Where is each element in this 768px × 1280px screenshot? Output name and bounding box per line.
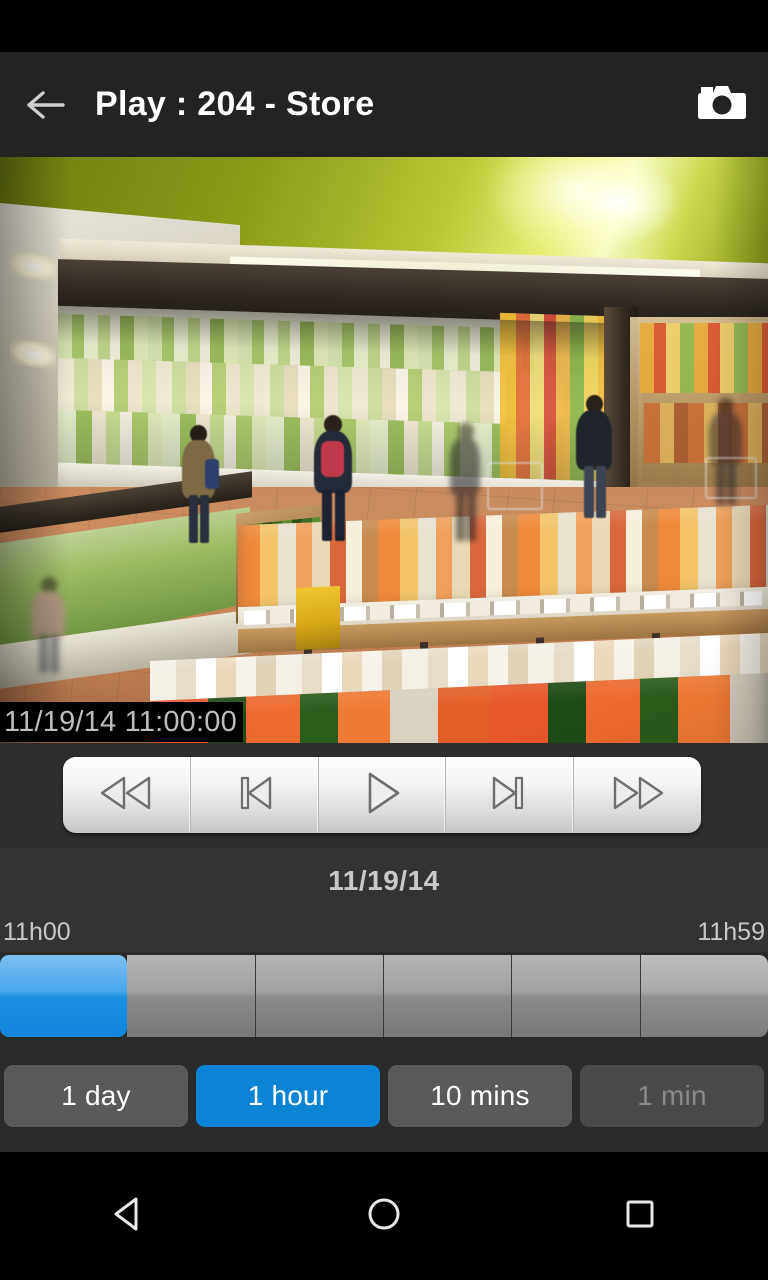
next-button[interactable] (446, 757, 575, 833)
nav-back-button[interactable] (64, 1152, 192, 1280)
status-bar (0, 0, 768, 52)
scale-button-1-hour[interactable]: 1 hour (196, 1065, 380, 1127)
nav-recents-button[interactable] (576, 1152, 704, 1280)
circle-home-icon (365, 1195, 403, 1238)
timeline-start-label: 11h00 (3, 918, 71, 946)
timeline-end-label: 11h59 (697, 918, 765, 946)
arrow-left-icon (25, 88, 67, 122)
rewind-button[interactable] (63, 757, 191, 833)
timeline-labels: 11h00 11h59 (0, 914, 768, 952)
play-icon (360, 769, 404, 822)
shopping-cart (705, 457, 757, 499)
shopper-blurred (447, 423, 483, 543)
back-button[interactable] (0, 52, 92, 157)
rewind-icon (97, 773, 155, 818)
video-player[interactable]: 11/19/14 11:00:00 (0, 157, 768, 743)
app-bar: Play : 204 - Store (0, 52, 768, 157)
transport-control-bar (63, 757, 701, 833)
app-screen: Play : 204 - Store 11/19/14 11:00:00 11/… (0, 0, 768, 1280)
shopping-cart (487, 462, 543, 510)
shopper (572, 395, 616, 521)
fast-forward-icon (609, 773, 667, 818)
triangle-back-icon (110, 1195, 146, 1238)
timeline-segment-5[interactable] (512, 955, 641, 1037)
android-nav-bar (0, 1152, 768, 1280)
ceiling-light-core (560, 162, 680, 242)
fast-forward-button[interactable] (574, 757, 701, 833)
skip-next-icon (488, 773, 532, 818)
shopper (310, 415, 356, 543)
timeline-date-row: 11/19/14 (0, 848, 768, 914)
shopper-blurred (28, 577, 70, 673)
scale-button-1-min[interactable]: 1 min (580, 1065, 764, 1127)
timeline-segment-3[interactable] (255, 955, 384, 1037)
timeline-scrubber[interactable] (0, 952, 768, 1040)
nav-home-button[interactable] (320, 1152, 448, 1280)
right-rack-goods (640, 323, 768, 393)
shopper (178, 425, 219, 545)
timeline-segment-1[interactable] (0, 955, 128, 1037)
play-button[interactable] (319, 757, 447, 833)
cctv-frame (0, 157, 768, 743)
square-recents-icon (622, 1196, 658, 1237)
timeline-segment-6[interactable] (640, 955, 768, 1037)
scale-button-1-day[interactable]: 1 day (4, 1065, 188, 1127)
camera-icon (695, 80, 749, 129)
snapshot-button[interactable] (676, 52, 768, 157)
previous-button[interactable] (191, 757, 319, 833)
timeline-segment-4[interactable] (383, 955, 513, 1037)
scale-button-10-mins[interactable]: 10 mins (388, 1065, 572, 1127)
page-title: Play : 204 - Store (95, 85, 375, 123)
yellow-crate (296, 585, 340, 651)
time-scale-buttons: 1 day 1 hour 10 mins 1 min (0, 1040, 768, 1152)
timeline-segment-2[interactable] (127, 955, 256, 1037)
skip-previous-icon (232, 773, 276, 818)
video-timestamp: 11/19/14 11:00:00 (0, 702, 243, 742)
transport-controls (0, 743, 768, 848)
timeline-date: 11/19/14 (328, 865, 440, 896)
